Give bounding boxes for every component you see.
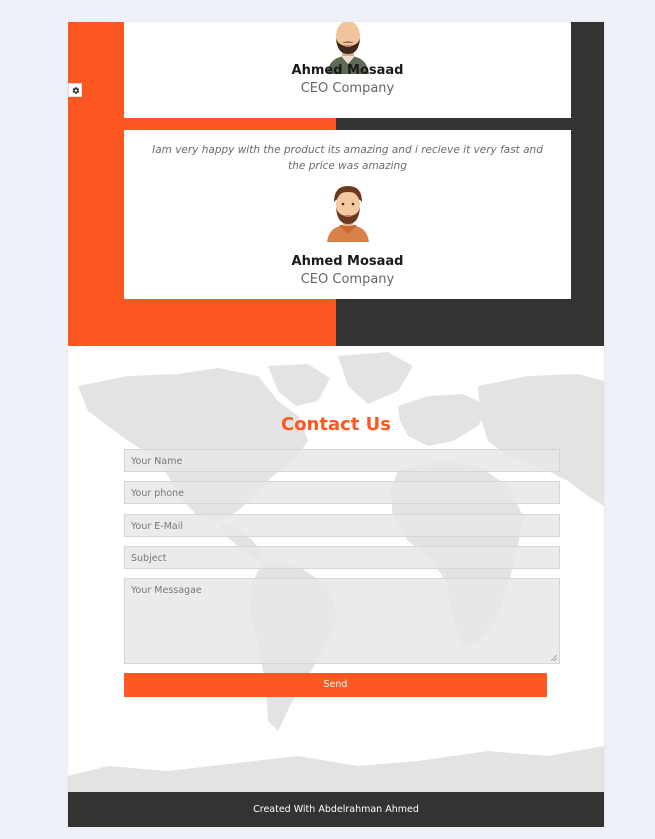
testimonials-section: Ahmed Mosaad CEO Company Iam very happy … [68,22,604,346]
send-button[interactable]: Send [124,673,547,697]
phone-input[interactable]: Your phone [124,481,560,504]
message-placeholder: Your Messagae [131,585,202,596]
gear-icon [72,86,79,94]
message-textarea[interactable]: Your Messagae [124,578,560,664]
contact-section: Contact Us Your Name Your phone Your E-M… [68,346,604,792]
contact-title: Contact Us [280,414,391,435]
footer-credit: Created With Abdelrahman Ahmed [253,804,419,815]
settings-button[interactable] [68,83,82,97]
world-map-background [68,352,604,792]
testimonial-name: Ahmed Mosaad [291,63,404,78]
bearded-man-avatar-icon [327,186,369,242]
footer: Created With Abdelrahman Ahmed [68,792,604,827]
testimonial-card: Iam very happy with the product its amaz… [124,130,571,299]
testimonial-card: Ahmed Mosaad CEO Company [124,22,571,118]
page: Ahmed Mosaad CEO Company Iam very happy … [68,22,604,827]
testimonial-role: CEO Company [300,272,395,287]
testimonial-role: CEO Company [300,81,395,96]
email-input[interactable]: Your E-Mail [124,514,560,537]
subject-input[interactable]: Subject [124,546,560,569]
resize-grip-icon[interactable] [551,655,557,661]
testimonial-name: Ahmed Mosaad [291,254,404,269]
testimonial-quote: Iam very happy with the product its amaz… [152,144,543,172]
name-input[interactable]: Your Name [124,449,560,472]
